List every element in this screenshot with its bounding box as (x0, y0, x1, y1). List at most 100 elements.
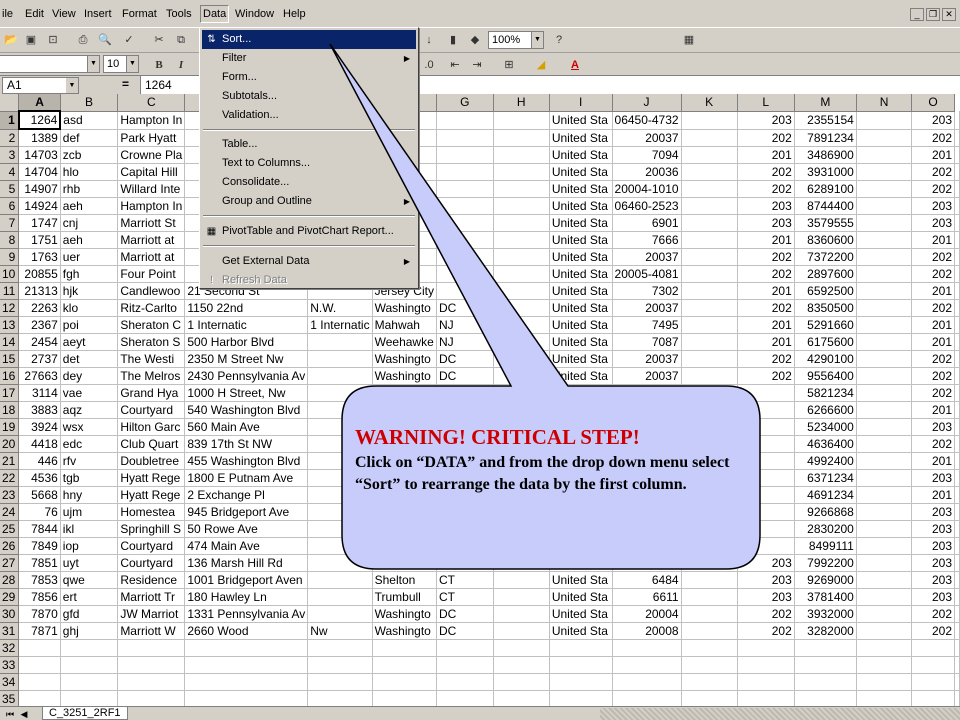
cell[interactable]: 202 (911, 248, 955, 266)
cell[interactable]: 9269000 (794, 571, 857, 589)
help-icon[interactable]: ? (550, 31, 568, 49)
cell[interactable] (436, 248, 494, 266)
cell[interactable]: United Sta (549, 605, 613, 623)
font-color-icon[interactable]: A (566, 56, 584, 74)
cell[interactable] (117, 656, 186, 674)
cell[interactable] (18, 690, 61, 706)
cell[interactable]: 20037 (612, 350, 682, 368)
cell[interactable]: 7844 (18, 520, 61, 538)
cell[interactable] (307, 571, 373, 589)
cell[interactable] (307, 639, 373, 657)
cell[interactable] (794, 639, 857, 657)
cell[interactable]: United Sta (549, 350, 613, 368)
cell[interactable]: JW Marriot (117, 605, 186, 623)
cell[interactable]: 6901 (612, 214, 682, 232)
cell[interactable]: Weehawke (372, 333, 437, 351)
cell[interactable] (737, 384, 795, 402)
cell[interactable] (856, 282, 913, 300)
row-header[interactable]: 23 (0, 486, 20, 504)
cell[interactable]: 202 (737, 129, 795, 147)
cell[interactable] (436, 146, 494, 164)
cell[interactable]: wsx (60, 418, 119, 436)
cell[interactable] (681, 129, 738, 147)
save-icon[interactable]: ▣ (22, 31, 40, 49)
cell[interactable] (307, 537, 373, 555)
cell[interactable] (493, 401, 550, 419)
column-header[interactable]: C (117, 94, 186, 112)
cell[interactable]: 203 (737, 588, 795, 606)
cell[interactable] (436, 214, 494, 232)
cell[interactable] (954, 503, 960, 521)
cell[interactable]: 6611 (612, 588, 682, 606)
cell[interactable] (436, 690, 494, 706)
cell[interactable]: 203 (911, 520, 955, 538)
cell[interactable]: 6371234 (794, 469, 857, 487)
cell[interactable]: 20005-4081 (612, 265, 682, 283)
cell[interactable]: 1 Internatic (307, 316, 373, 334)
cell[interactable]: United Sta (549, 316, 613, 334)
cell[interactable]: 201 (911, 333, 955, 351)
cell[interactable] (493, 333, 550, 351)
cell[interactable] (954, 384, 960, 402)
cell[interactable]: Crowne Pla (117, 146, 186, 164)
cell[interactable] (493, 690, 550, 706)
cell[interactable]: DC (436, 367, 494, 385)
cell[interactable] (436, 163, 494, 181)
cell[interactable] (681, 265, 738, 283)
cell[interactable]: Candlewoo (117, 282, 186, 300)
cell[interactable]: 4536 (18, 469, 61, 487)
column-header[interactable]: B (60, 94, 119, 112)
row-header[interactable]: 34 (0, 673, 20, 691)
minimize-icon[interactable]: _ (910, 8, 924, 21)
cell[interactable]: 1 Internatic (184, 316, 309, 334)
cell[interactable]: 203 (737, 111, 795, 130)
cell[interactable] (307, 690, 373, 706)
cell[interactable]: 6592500 (794, 282, 857, 300)
cell[interactable] (954, 656, 960, 674)
menu-item-group-outline[interactable]: Group and Outline ▶ (202, 192, 416, 211)
cell[interactable]: United Sta (549, 248, 613, 266)
cell[interactable]: 8499111 (794, 537, 857, 555)
cell[interactable]: 945 Bridgeport Ave (184, 503, 309, 521)
cell[interactable] (681, 639, 738, 657)
cell[interactable]: 6175600 (794, 333, 857, 351)
cell[interactable]: 1000 H Street, Nw (184, 384, 309, 402)
fill-color-icon[interactable]: ◢ (532, 56, 550, 74)
cell[interactable] (436, 129, 494, 147)
cell[interactable]: 6289100 (794, 180, 857, 198)
cell[interactable]: 7856 (18, 588, 61, 606)
cell[interactable] (307, 554, 373, 572)
cell[interactable] (737, 452, 795, 470)
cell[interactable] (436, 111, 494, 130)
decrease-decimal-icon[interactable]: .0 (420, 56, 438, 74)
cell[interactable] (612, 537, 682, 555)
row-header[interactable]: 10 (0, 265, 20, 283)
cell[interactable]: 1331 Pennsylvania Av (184, 605, 309, 623)
cell[interactable] (493, 350, 550, 368)
menu-item-subtotals[interactable]: Subtotals... (202, 87, 416, 106)
cell[interactable]: The Melros (117, 367, 186, 385)
row-header[interactable]: 5 (0, 180, 20, 198)
cell[interactable]: 20004-1010 (612, 180, 682, 198)
borders-icon[interactable]: ⊞ (500, 56, 518, 74)
cell[interactable] (856, 554, 913, 572)
cell[interactable]: Sheraton C (117, 316, 186, 334)
menu-insert[interactable]: Insert (82, 6, 114, 23)
cell[interactable] (681, 588, 738, 606)
menu-item-filter[interactable]: Filter ▶ (202, 49, 416, 68)
cell[interactable] (436, 520, 494, 538)
cell[interactable]: 202 (737, 605, 795, 623)
print-icon[interactable]: ⎙ (74, 31, 92, 49)
row-header[interactable]: 21 (0, 452, 20, 470)
cell[interactable] (737, 537, 795, 555)
cell[interactable]: 7849 (18, 537, 61, 555)
row-header[interactable]: 6 (0, 197, 20, 215)
cell[interactable]: klo (60, 299, 119, 317)
zoom-select[interactable]: 100% ▼ (488, 31, 544, 49)
column-header[interactable]: M (794, 94, 857, 112)
menu-file[interactable]: ile (0, 6, 15, 23)
cell[interactable]: 2263 (18, 299, 61, 317)
cell[interactable] (493, 571, 550, 589)
cell[interactable]: 202 (911, 129, 955, 147)
cell[interactable] (60, 656, 119, 674)
